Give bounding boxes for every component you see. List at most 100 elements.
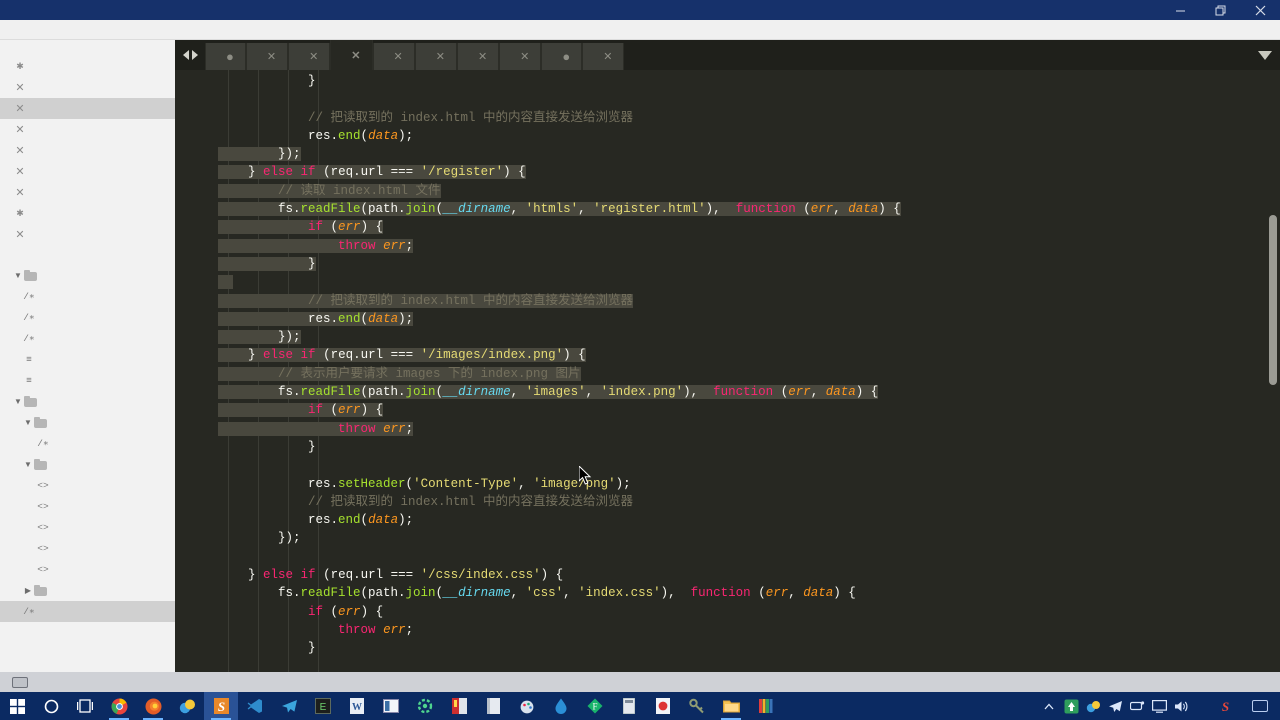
taskbar-explorer-window-icon[interactable] bbox=[374, 692, 408, 720]
chevron-right-icon[interactable]: ▶ bbox=[22, 586, 34, 595]
tab-prev-icon[interactable] bbox=[182, 50, 189, 60]
code-line[interactable]: if (err) { bbox=[218, 218, 1280, 236]
menu-item-find[interactable] bbox=[54, 28, 70, 32]
taskbar-book-icon[interactable] bbox=[442, 692, 476, 720]
editor-tab[interactable]: ✕ bbox=[582, 43, 625, 70]
tab-overflow-menu[interactable] bbox=[1250, 40, 1280, 70]
tray-display-icon[interactable] bbox=[1148, 692, 1170, 720]
taskbar-notes-icon[interactable] bbox=[476, 692, 510, 720]
file-item[interactable]: <> bbox=[0, 559, 175, 580]
close-file-icon[interactable]: ✕ bbox=[12, 102, 28, 115]
tab-close-icon[interactable]: ✕ bbox=[603, 50, 612, 63]
menu-item-help[interactable] bbox=[150, 28, 166, 32]
taskbar-app-icon[interactable] bbox=[170, 692, 204, 720]
editor-tab[interactable]: ✕ bbox=[499, 43, 542, 70]
file-item[interactable]: <> bbox=[0, 496, 175, 517]
show-desktop-button[interactable] bbox=[1252, 700, 1268, 712]
tab-nav-arrows[interactable] bbox=[175, 40, 205, 70]
code-line[interactable]: // 把读取到的 index.html 中的内容直接发送给浏览器 bbox=[218, 292, 1280, 310]
open-file-item[interactable]: ✕ bbox=[0, 182, 175, 203]
code-line[interactable]: fs.readFile(path.join(__dirname, 'css', … bbox=[218, 584, 1280, 602]
code-line[interactable]: }); bbox=[218, 328, 1280, 346]
taskbar-vscode-icon[interactable] bbox=[238, 692, 272, 720]
file-item[interactable]: <> bbox=[0, 538, 175, 559]
folder-item[interactable]: ▼ bbox=[0, 454, 175, 475]
folder-item[interactable]: ▶ bbox=[0, 580, 175, 601]
code-line[interactable]: fs.readFile(path.join(__dirname, 'htmls'… bbox=[218, 200, 1280, 218]
code-line[interactable]: res.end(data); bbox=[218, 310, 1280, 328]
tray-network-icon[interactable] bbox=[1126, 692, 1148, 720]
taskbar-word-icon[interactable]: W bbox=[340, 692, 374, 720]
file-item[interactable]: ≡ bbox=[0, 349, 175, 370]
folder-item[interactable]: ▼ bbox=[0, 265, 175, 286]
tab-close-icon[interactable]: ✕ bbox=[267, 50, 276, 63]
code-line[interactable]: } bbox=[218, 639, 1280, 657]
chevron-down-icon[interactable]: ▼ bbox=[22, 418, 34, 427]
close-file-icon[interactable]: ✕ bbox=[12, 123, 28, 136]
taskbar-telegram-icon[interactable] bbox=[272, 692, 306, 720]
menu-item-goto[interactable] bbox=[86, 28, 102, 32]
code-line[interactable] bbox=[218, 273, 1280, 291]
tray-ime-icon[interactable] bbox=[1192, 692, 1214, 720]
file-item[interactable]: /∗ bbox=[0, 601, 175, 622]
editor-tab[interactable]: ● bbox=[205, 43, 246, 70]
editor-tab[interactable]: ✕ bbox=[245, 43, 289, 70]
menu-item-selection[interactable] bbox=[38, 28, 54, 32]
minimize-button[interactable] bbox=[1160, 0, 1200, 20]
open-file-item[interactable]: ✱ bbox=[0, 203, 175, 224]
vertical-scrollbar[interactable] bbox=[1269, 70, 1277, 680]
taskbar-water-icon[interactable] bbox=[544, 692, 578, 720]
taskbar-sublime-icon[interactable]: S bbox=[204, 692, 238, 720]
editor-tab[interactable]: ✕ bbox=[372, 43, 415, 70]
code-line[interactable]: // 把读取到的 index.html 中的内容直接发送给浏览器 bbox=[218, 493, 1280, 511]
editor-tab[interactable]: ● bbox=[541, 43, 583, 70]
code-line[interactable] bbox=[218, 456, 1280, 474]
taskbar-editor-icon[interactable]: E bbox=[306, 692, 340, 720]
close-button[interactable] bbox=[1240, 0, 1280, 20]
tab-next-icon[interactable] bbox=[191, 50, 198, 60]
code-line[interactable] bbox=[218, 548, 1280, 566]
code-line[interactable]: res.end(data); bbox=[218, 127, 1280, 145]
unsaved-dot-icon[interactable]: ✱ bbox=[12, 61, 28, 72]
tab-close-icon[interactable]: ✕ bbox=[478, 50, 487, 63]
open-file-item[interactable]: ✕ bbox=[0, 77, 175, 98]
open-file-item[interactable]: ✕ bbox=[0, 161, 175, 182]
code-area[interactable]: } // 把读取到的 index.html 中的内容直接发送给浏览器 res.e… bbox=[175, 70, 1280, 680]
tab-close-icon[interactable]: ✕ bbox=[520, 50, 529, 63]
taskbar-settings-icon[interactable] bbox=[408, 692, 442, 720]
taskbar-books-icon[interactable] bbox=[748, 692, 782, 720]
tray-expand-icon[interactable] bbox=[1038, 692, 1060, 720]
taskbar-media-icon[interactable] bbox=[646, 692, 680, 720]
unsaved-dot-icon[interactable]: ✱ bbox=[12, 208, 28, 219]
taskbar-chrome-icon[interactable] bbox=[102, 692, 136, 720]
code-content[interactable]: } // 把读取到的 index.html 中的内容直接发送给浏览器 res.e… bbox=[218, 70, 1280, 680]
file-item[interactable]: /∗ bbox=[0, 328, 175, 349]
menu-item-view[interactable] bbox=[70, 28, 86, 32]
menu-item-project[interactable] bbox=[118, 28, 134, 32]
chevron-down-icon[interactable]: ▼ bbox=[22, 460, 34, 469]
file-item[interactable]: /∗ bbox=[0, 433, 175, 454]
code-line[interactable]: } else if (req.url === '/css/index.css')… bbox=[218, 566, 1280, 584]
folder-item[interactable]: ▼ bbox=[0, 412, 175, 433]
code-line[interactable]: throw err; bbox=[218, 621, 1280, 639]
code-line[interactable]: }); bbox=[218, 145, 1280, 163]
code-line[interactable]: if (err) { bbox=[218, 401, 1280, 419]
sidebar-toggle-icon[interactable] bbox=[12, 676, 28, 688]
tray-update-icon[interactable] bbox=[1060, 692, 1082, 720]
close-file-icon[interactable]: ✕ bbox=[12, 81, 28, 94]
tab-close-icon[interactable]: ✕ bbox=[351, 49, 360, 62]
file-item[interactable]: <> bbox=[0, 475, 175, 496]
taskbar-foxit-icon[interactable]: F bbox=[578, 692, 612, 720]
file-item[interactable]: /∗ bbox=[0, 286, 175, 307]
code-line[interactable]: } bbox=[218, 438, 1280, 456]
tab-close-icon[interactable]: ✕ bbox=[436, 50, 445, 63]
menu-item-preferences[interactable] bbox=[134, 28, 150, 32]
code-line[interactable]: res.end(data); bbox=[218, 511, 1280, 529]
code-line[interactable]: } else if (req.url === '/images/index.pn… bbox=[218, 346, 1280, 364]
task-view-icon[interactable] bbox=[68, 692, 102, 720]
file-item[interactable]: <> bbox=[0, 517, 175, 538]
code-line[interactable]: res.setHeader('Content-Type', 'image/png… bbox=[218, 475, 1280, 493]
menu-item-edit[interactable] bbox=[22, 28, 38, 32]
taskbar-paint-icon[interactable] bbox=[510, 692, 544, 720]
code-line[interactable]: if (err) { bbox=[218, 603, 1280, 621]
